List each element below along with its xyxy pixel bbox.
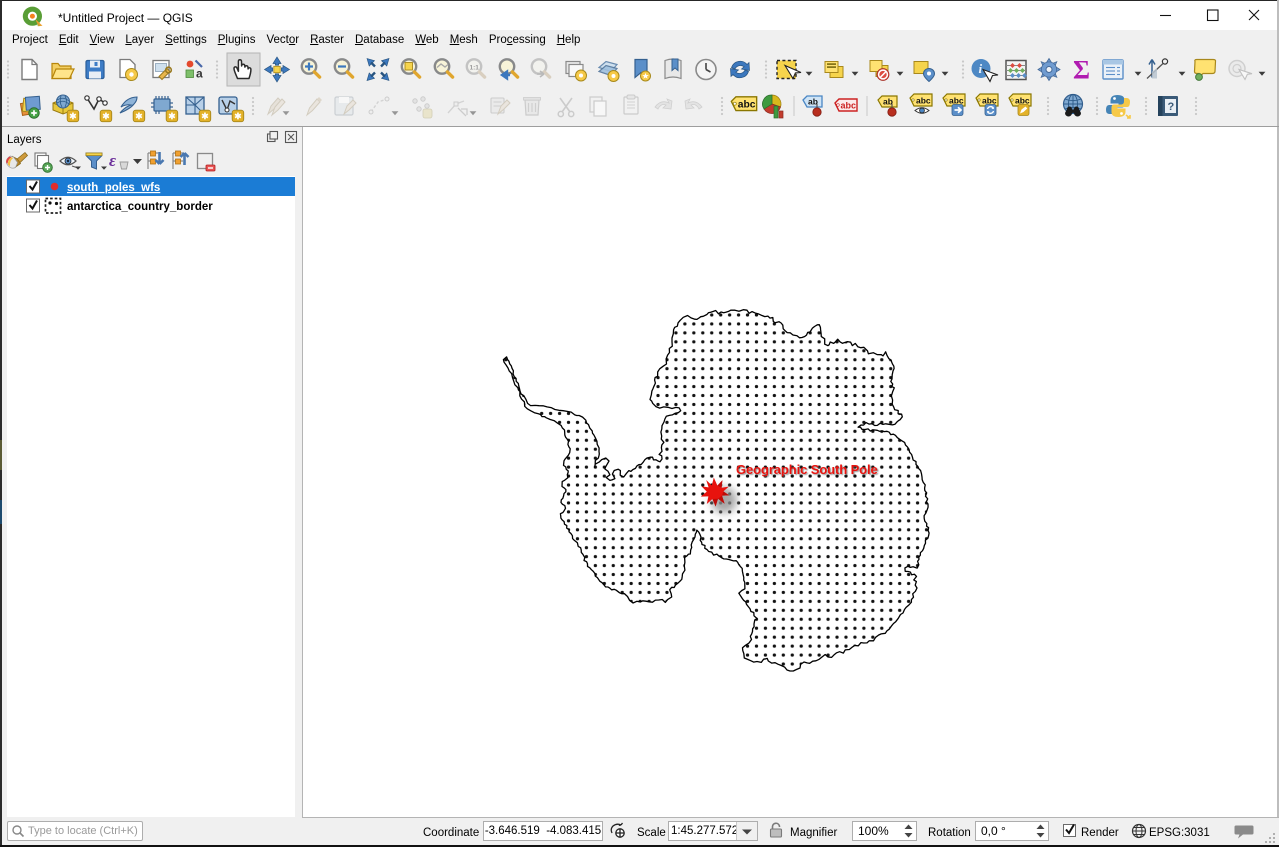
svg-text:?: ? [1168, 101, 1175, 113]
svg-text:south_poles_wfs: south_poles_wfs [67, 182, 160, 194]
svg-text:Geographic South Pole: Geographic South Pole [736, 462, 878, 477]
svg-text:antarctica_country_border: antarctica_country_border [67, 201, 213, 213]
svg-text:abc: abc [841, 101, 857, 111]
svg-text:Σ: Σ [1073, 56, 1090, 85]
svg-text:i: i [979, 61, 983, 76]
svg-text:abc: abc [738, 100, 756, 111]
svg-text:1:1: 1:1 [470, 65, 480, 72]
svg-text:ε: ε [109, 151, 116, 170]
svg-text:a: a [196, 67, 203, 81]
